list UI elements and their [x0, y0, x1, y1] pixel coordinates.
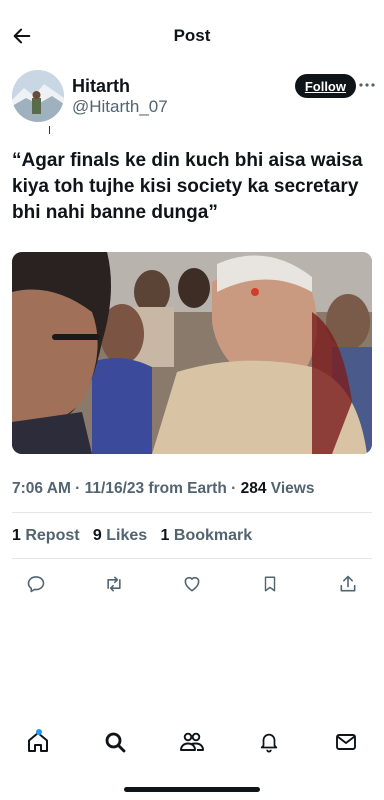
- meta-separator: ·: [70, 480, 85, 497]
- avatar[interactable]: [12, 70, 64, 122]
- post-meta: 7:06 AM · 11/16/23 from Earth · 284 View…: [12, 480, 314, 498]
- more-options-button[interactable]: [358, 76, 376, 94]
- share-icon: [340, 575, 356, 592]
- post-image[interactable]: [12, 252, 372, 454]
- tab-home[interactable]: [14, 724, 62, 760]
- likes-stat[interactable]: 9 Likes: [93, 527, 147, 544]
- likes-count: 9: [92, 527, 102, 544]
- tab-communities[interactable]: [168, 724, 216, 760]
- likes-label: Likes: [101, 527, 148, 544]
- post-actions: [22, 570, 362, 598]
- messages-icon: [336, 734, 356, 750]
- page-title: Post: [173, 26, 211, 45]
- bookmark-icon: [264, 576, 276, 592]
- author-display-name[interactable]: Hitarth: [72, 76, 130, 97]
- share-button[interactable]: [334, 570, 362, 598]
- profile-photo: [12, 70, 64, 122]
- like-button[interactable]: [178, 570, 206, 598]
- thread-line: [49, 126, 50, 134]
- like-icon: [184, 576, 200, 592]
- post-text: “Agar finals ke din kuch bhi aisa waisa …: [12, 150, 363, 223]
- tab-notifications[interactable]: [245, 724, 293, 760]
- meta-separator: ·: [226, 480, 241, 497]
- top-bar: Post: [0, 0, 384, 72]
- reposts-stat[interactable]: 1 Repost: [12, 527, 80, 544]
- more-icon: [359, 83, 375, 87]
- views-count[interactable]: 284: [241, 480, 267, 497]
- views-label: Views: [266, 480, 315, 497]
- repost-icon: [107, 576, 121, 592]
- home-indicator[interactable]: [124, 787, 260, 792]
- bookmarks-label: Bookmark: [169, 527, 253, 544]
- reposts-count: 1: [12, 527, 21, 544]
- post-source: from Earth: [144, 480, 227, 497]
- post-date: 11/16/23: [84, 480, 145, 497]
- reposts-label: Repost: [20, 527, 80, 544]
- bookmark-button[interactable]: [256, 570, 284, 598]
- tab-search[interactable]: [91, 724, 139, 760]
- follow-button[interactable]: Follow: [294, 74, 356, 98]
- engagement-stats: 1 Repost 9 Likes 1 Bookmark: [12, 527, 252, 545]
- tab-messages[interactable]: [322, 724, 370, 760]
- author-handle[interactable]: @Hitarth_07: [72, 97, 168, 117]
- bookmarks-stat[interactable]: 1 Bookmark: [161, 527, 253, 544]
- reply-icon: [27, 576, 45, 593]
- unread-dot: [36, 729, 42, 735]
- repost-button[interactable]: [100, 570, 128, 598]
- bottom-tab-bar: [14, 724, 370, 760]
- photo: [12, 252, 372, 454]
- communities-icon: [180, 732, 204, 751]
- notifications-icon: [260, 733, 278, 753]
- divider: [12, 558, 372, 559]
- search-icon: [105, 732, 126, 753]
- author-row: Hitarth @Hitarth_07 Follow: [12, 68, 375, 134]
- post-time: 7:06 AM: [12, 480, 71, 497]
- divider: [12, 512, 372, 513]
- reply-button[interactable]: [22, 570, 50, 598]
